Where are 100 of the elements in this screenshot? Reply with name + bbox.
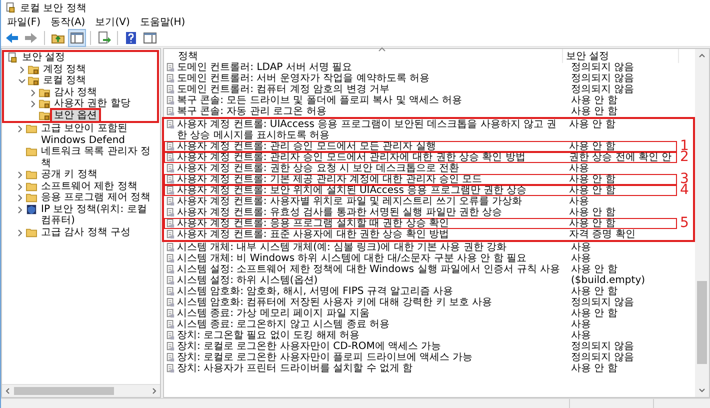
policy-setting: 사용 bbox=[570, 330, 592, 341]
tree-item[interactable]: IP 보안 정책(위치: 로컬 컴퓨터) bbox=[39, 204, 160, 226]
scroll-right-icon[interactable] bbox=[150, 387, 158, 395]
policy-name[interactable]: 장치: 로컬로 로그온한 사용자만이 플로피 드라이브에 액세스 가능 bbox=[177, 352, 567, 363]
folder-icon bbox=[26, 192, 37, 203]
tree-pane-icon[interactable] bbox=[69, 30, 85, 46]
policy-name[interactable]: 사용자 계정 컨트롤: 응용 프로그램 설치할 때 권한 상승 확인 bbox=[177, 218, 565, 229]
policy-name[interactable]: 시스템 암호화: 암호화, 해시, 서명에 FIPS 규격 알고리즘 사용 bbox=[177, 286, 567, 297]
policy-icon bbox=[166, 208, 175, 217]
policy-setting: 사용 안 함 bbox=[568, 141, 616, 152]
folder-icon bbox=[26, 180, 37, 192]
network-shield-icon bbox=[26, 204, 37, 214]
export-list-icon[interactable] bbox=[96, 30, 112, 46]
policy-setting: 정의되지 않음 bbox=[570, 297, 636, 308]
expander-icon[interactable] bbox=[29, 100, 37, 108]
scroll-left-icon[interactable] bbox=[4, 387, 12, 395]
policy-name[interactable]: 시스템 설정: 소프트웨어 제한 정책에 대한 Windows 실행 파일에서 인증서 규칙 사용 bbox=[177, 264, 567, 275]
policy-name[interactable]: 사용자 계정 컨트롤: 유효성 검사를 통과한 서명된 실행 파일만 권한 상승 bbox=[177, 207, 565, 218]
policy-name[interactable]: 사용자 계정 컨트롤: 표준 사용자에 대한 권한 상승 확인 방법 bbox=[177, 229, 565, 240]
policy-name[interactable]: 도메인 컨트롤러: 서버 운영자가 작업을 예약하도록 허용 bbox=[177, 73, 567, 84]
policy-name[interactable]: 사용자 계정 컨트롤: UIAccess 응용 프로그램이 보안된 데스크톱을 사용하지 않고 권한 상승 메시지를 표시하도록 허용 bbox=[177, 119, 565, 141]
policy-icon bbox=[166, 175, 175, 184]
expander-icon[interactable] bbox=[16, 194, 24, 202]
menu-item[interactable]: 보기(V) bbox=[95, 15, 130, 29]
policy-name[interactable]: 장치: 사용자가 프린터 드라이버를 설치할 수 없게 함 bbox=[177, 363, 567, 374]
help-icon[interactable] bbox=[123, 30, 139, 46]
column-header[interactable]: 정책 bbox=[178, 48, 562, 62]
menu-item[interactable]: 동작(A) bbox=[50, 15, 86, 29]
policy-icon bbox=[166, 120, 175, 129]
policy-name[interactable]: 사용자 계정 컨트롤: 관리자 승인 모드에서 관리자에 대한 권한 상승 확인 방법 bbox=[177, 152, 565, 163]
policy-setting: 사용 안 함 bbox=[570, 286, 618, 297]
policy-icon bbox=[166, 254, 175, 263]
policy-setting: 사용 bbox=[570, 253, 592, 264]
policy-name[interactable]: 장치: 로컬로 로그온한 사용자만이 CD-ROM에 액세스 가능 bbox=[177, 341, 567, 352]
tree-item[interactable]: 고급 보안이 포함된 Windows Defend bbox=[39, 123, 160, 146]
expander-icon[interactable] bbox=[16, 171, 24, 179]
scroll-down-icon[interactable] bbox=[698, 386, 706, 394]
policy-icon bbox=[166, 153, 175, 162]
tree-item[interactable]: 로컬 정책 bbox=[41, 75, 88, 86]
policy-name[interactable]: 사용자 계정 컨트롤: 관리 승인 모드에서 모든 관리자 실행 bbox=[177, 141, 565, 152]
policy-name[interactable]: 사용자 계정 컨트롤: 기본 제공 관리자 계정에 대한 관리자 승인 모드 bbox=[177, 174, 565, 185]
policy-name[interactable]: 시스템 개체: 내부 시스템 개체(예: 심볼 링크)에 대한 기본 사용 권한 강화 bbox=[177, 242, 567, 253]
policy-setting: 사용 안 함 bbox=[568, 185, 616, 196]
policy-name[interactable]: 도메인 컨트롤러: 컴퓨터 계정 암호의 변경 거부 bbox=[177, 84, 567, 95]
sort-caret-icon bbox=[378, 46, 386, 52]
policy-name[interactable]: 시스템 암호화: 컴퓨터에 저장된 사용자 키에 대해 강력한 키 보호 사용 bbox=[177, 297, 567, 308]
tree-item[interactable]: 감사 정책 bbox=[52, 86, 100, 98]
policy-name[interactable]: 시스템 개체: 비 Windows 하위 시스템에 대한 대/소문자 구분 사용 안 함 필요 bbox=[177, 253, 567, 264]
policy-setting: 사용 안 함 bbox=[568, 119, 616, 130]
action-pane-icon[interactable] bbox=[142, 30, 158, 46]
expander-icon[interactable] bbox=[16, 228, 24, 236]
policy-icon bbox=[166, 186, 175, 195]
horizontal-scrollbar[interactable] bbox=[2, 384, 160, 397]
tree-item[interactable]: 공개 키 정책 bbox=[39, 169, 100, 180]
policy-setting: 사용 bbox=[568, 196, 590, 207]
vertical-scrollbar[interactable] bbox=[695, 49, 709, 397]
policy-setting: 정의되지 않음 bbox=[570, 62, 636, 73]
scroll-thumb[interactable] bbox=[697, 280, 707, 364]
tree-item[interactable]: 고급 감사 정책 구성 bbox=[39, 226, 133, 238]
expander-icon[interactable] bbox=[18, 66, 26, 74]
policy-name[interactable]: 도메인 컨트롤러: LDAP 서버 서명 필요 bbox=[177, 62, 567, 73]
scroll-up-icon[interactable] bbox=[698, 52, 706, 60]
policy-name[interactable]: 사용자 계정 컨트롤: 사용자별 위치로 파일 및 레지스트리 쓰기 오류를 가상화 bbox=[177, 196, 565, 207]
policy-name[interactable]: 복구 콘솔: 모든 드라이브 및 폴더에 플로피 복사 및 액세스 허용 bbox=[177, 95, 567, 106]
policy-setting: 정의되지 않음 bbox=[570, 84, 636, 95]
policy-icon bbox=[166, 265, 175, 274]
expander-icon[interactable] bbox=[16, 206, 24, 214]
tree-item[interactable]: 소프트웨어 제한 정책 bbox=[39, 180, 140, 192]
policy-name[interactable]: 시스템 종료: 로그온하지 않고 시스템 종료 허용 bbox=[177, 319, 567, 330]
scroll-thumb[interactable] bbox=[14, 387, 114, 395]
policy-icon bbox=[166, 219, 175, 228]
expander-icon[interactable] bbox=[29, 88, 37, 96]
policy-name[interactable]: 장치: 로그온할 필요 없이 도킹 해제 허용 bbox=[177, 330, 567, 341]
policy-setting: 사용 bbox=[570, 242, 592, 253]
tree-item[interactable]: 네트워크 목록 관리자 정책 bbox=[39, 146, 160, 169]
tree-item[interactable]: 보안 옵션 bbox=[52, 110, 100, 121]
expander-icon[interactable] bbox=[16, 182, 24, 190]
policy-icon bbox=[166, 85, 175, 94]
menu-item[interactable]: 도움말(H) bbox=[140, 15, 186, 29]
callout-number: 1 bbox=[680, 140, 689, 152]
tree-item[interactable]: 응용 프로그램 제어 정책 bbox=[39, 192, 153, 204]
locked-folder-icon bbox=[39, 110, 50, 120]
policy-name[interactable]: 시스템 설정: 하위 시스템(옵션) bbox=[177, 275, 567, 286]
tree-item[interactable]: 사용자 권한 할당 bbox=[52, 98, 132, 110]
expander-icon[interactable] bbox=[18, 77, 26, 85]
policy-icon bbox=[166, 276, 175, 285]
expander-icon[interactable] bbox=[16, 125, 24, 133]
policy-name[interactable]: 사용자 계정 컨트롤: 보안 위치에 설치된 UIAccess 응용 프로그램만 권한 상승 bbox=[177, 185, 565, 196]
policy-name[interactable]: 사용자 계정 컨트롤: 권한 상승 요청 시 보안 데스크톱으로 전환 bbox=[177, 163, 565, 174]
tree-item[interactable]: 보안 설정 bbox=[20, 52, 68, 64]
policy-icon bbox=[166, 197, 175, 206]
policy-setting: 사용 bbox=[568, 163, 590, 174]
folder-icon bbox=[26, 226, 37, 238]
callout-number: 2 bbox=[680, 151, 689, 163]
menu-item[interactable]: 파일(F) bbox=[7, 15, 41, 29]
column-header[interactable]: 보안 설정 bbox=[562, 48, 679, 62]
policy-name[interactable]: 시스템 종료: 가상 메모리 페이지 파일 지움 bbox=[177, 308, 567, 319]
policy-name[interactable]: 복구 콘솔: 자동 관리 로그온 허용 bbox=[177, 106, 567, 117]
policy-icon bbox=[166, 320, 175, 329]
tree-item[interactable]: 계정 정책 bbox=[41, 64, 88, 75]
